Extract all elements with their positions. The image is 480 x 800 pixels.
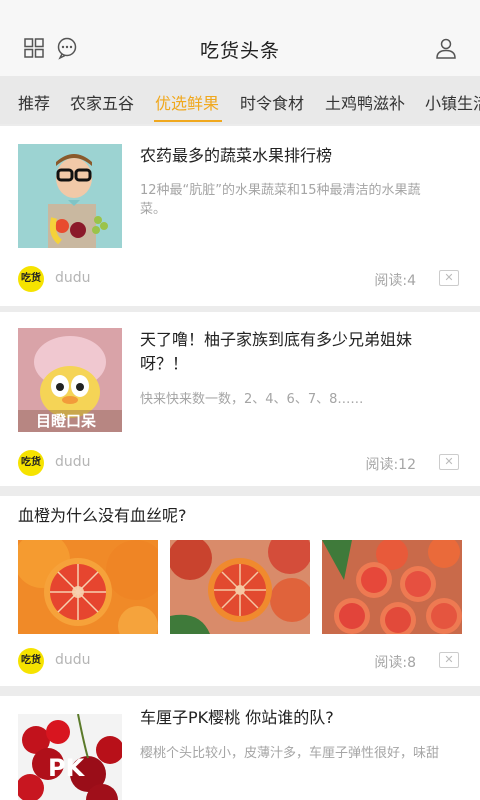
article-card[interactable]: 农药最多的蔬菜水果排行榜 12种最“肮脏”的水果蔬菜和15种最清洁的水果蔬菜。 …	[0, 126, 480, 306]
article-card[interactable]: 血橙为什么没有血丝呢? 吃货 dudu 阅读:8 ✕	[0, 496, 480, 686]
app-header: 吃货头条	[0, 0, 480, 76]
tab-poultry[interactable]: 土鸡鸭滋补	[325, 90, 405, 114]
author-name: dudu	[55, 652, 91, 668]
dismiss-button[interactable]: ✕	[439, 270, 459, 286]
article-image	[322, 540, 462, 634]
tab-fresh-fruit[interactable]: 优选鲜果	[155, 90, 219, 114]
article-title[interactable]: 农药最多的蔬菜水果排行榜	[140, 144, 460, 168]
article-image	[18, 540, 158, 634]
author-name: dudu	[55, 454, 91, 470]
read-count: 阅读:12	[365, 457, 416, 473]
article-card[interactable]: 目瞪口呆 天了噜！柚子家族到底有多少兄弟姐妹呀？！ 快来快来数一数，2、4、6、…	[0, 312, 480, 486]
author-name: dudu	[55, 270, 91, 286]
read-count: 阅读:8	[374, 655, 416, 671]
tab-seasonal[interactable]: 时令食材	[240, 90, 304, 114]
read-count: 阅读:4	[374, 273, 416, 289]
tab-town-life[interactable]: 小镇生活	[425, 90, 480, 114]
article-title[interactable]: 车厘子PK樱桃 你站谁的队?	[140, 706, 460, 730]
article-title[interactable]: 天了噜！柚子家族到底有多少兄弟姐妹呀？！	[140, 328, 440, 376]
article-summary: 快来快来数一数，2、4、6、7、8……	[140, 392, 364, 407]
app-screen: 吃货头条 推荐 农家五谷 优选鲜果 时令食材 土鸡鸭滋补 小镇生活	[0, 0, 480, 800]
dismiss-button[interactable]: ✕	[439, 652, 459, 668]
active-tab-indicator	[154, 120, 222, 122]
tab-recommend[interactable]: 推荐	[18, 90, 50, 114]
article-title[interactable]: 血橙为什么没有血丝呢?	[18, 504, 458, 528]
article-image	[170, 540, 310, 634]
image-caption: 目瞪口呆	[36, 412, 97, 430]
source-logo: 吃货	[18, 648, 44, 674]
article-thumbnail: PK	[18, 714, 122, 800]
image-caption: PK	[48, 754, 85, 782]
tab-grains[interactable]: 农家五谷	[70, 90, 134, 114]
user-icon[interactable]	[434, 36, 458, 60]
article-thumbnail: 目瞪口呆	[18, 328, 122, 432]
source-logo: 吃货	[18, 266, 44, 292]
dismiss-button[interactable]: ✕	[439, 454, 459, 470]
article-summary: 12种最“肮脏”的水果蔬菜和15种最清洁的水果蔬菜。	[140, 183, 421, 217]
app-title: 吃货头条	[199, 40, 280, 62]
article-summary: 樱桃个头比较小，皮薄汁多，车厘子弹性很好，味甜	[140, 746, 440, 761]
source-logo: 吃货	[18, 450, 44, 476]
article-card[interactable]: PK 车厘子PK樱桃 你站谁的队? 樱桃个头比较小，皮薄汁多，车厘子弹性很好，味…	[0, 696, 480, 800]
article-thumbnail	[18, 144, 122, 248]
category-tabs: 推荐 农家五谷 优选鲜果 时令食材 土鸡鸭滋补 小镇生活	[0, 76, 480, 124]
